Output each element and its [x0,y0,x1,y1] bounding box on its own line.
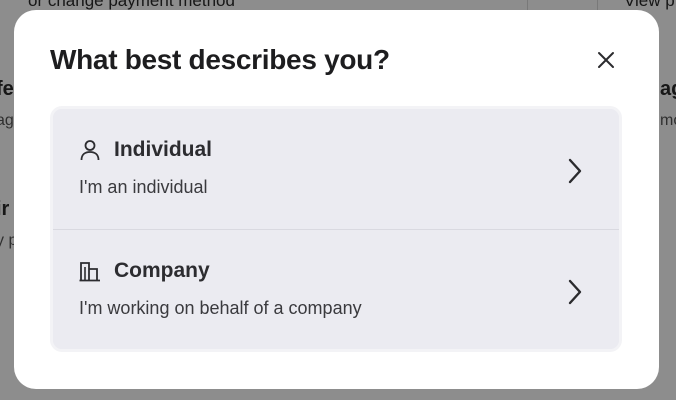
option-company[interactable]: Company I'm working on behalf of a compa… [53,229,619,349]
option-label: Company [114,259,210,282]
account-type-options: Individual I'm an individual Company I'm… [50,106,622,352]
option-description: I'm an individual [79,177,208,197]
chevron-right-icon [568,158,582,184]
building-icon [79,262,100,282]
account-type-dialog: What best describes you? Individual I'm … [14,10,659,389]
option-description: I'm working on behalf of a company [79,298,362,318]
option-label: Individual [114,138,213,161]
dialog-title: What best describes you? [50,44,390,75]
chevron-right-icon [568,279,582,305]
close-button[interactable] [592,46,620,74]
option-individual[interactable]: Individual I'm an individual [53,109,619,229]
close-icon [598,52,614,68]
person-icon [80,140,100,161]
